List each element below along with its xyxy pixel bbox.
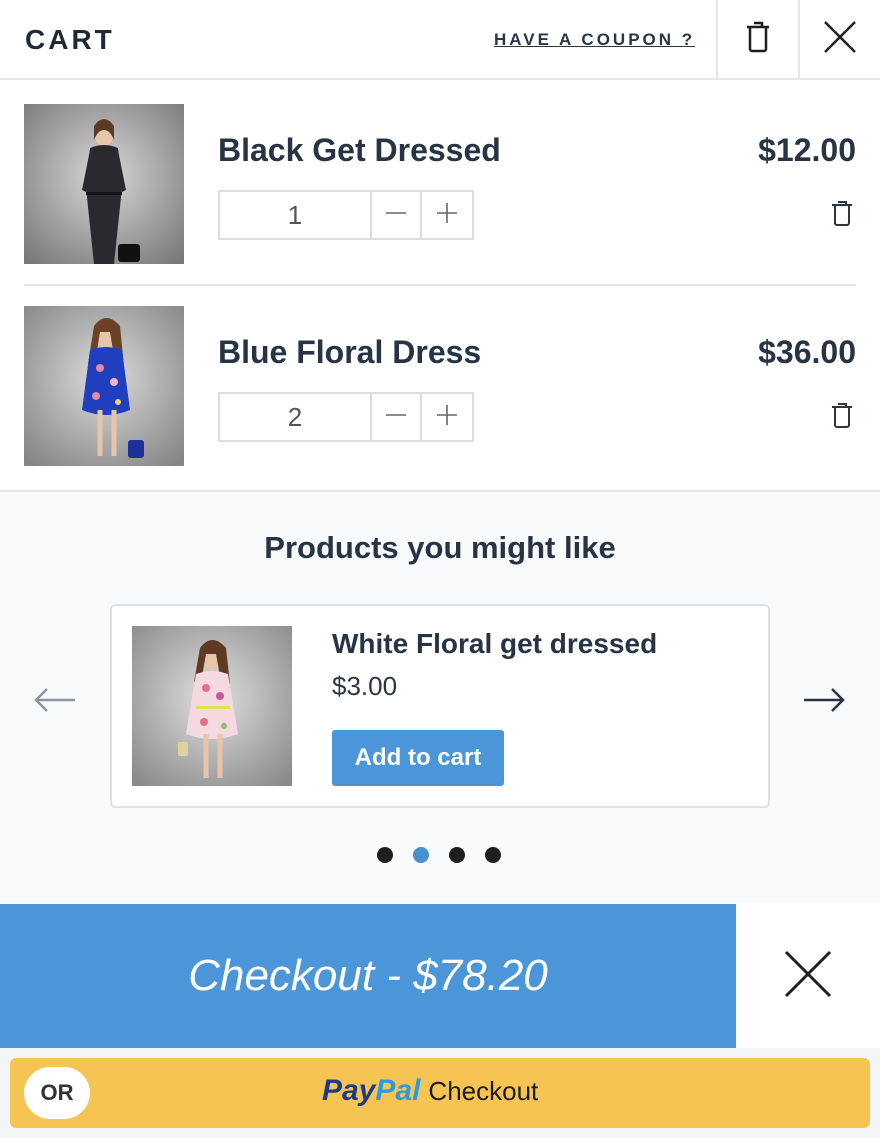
- clear-cart-button[interactable]: [716, 0, 798, 78]
- item-price: $12.00: [758, 132, 856, 168]
- decrease-quantity-button[interactable]: [372, 192, 422, 238]
- increase-quantity-button[interactable]: [422, 394, 472, 440]
- carousel-dot[interactable]: [485, 847, 501, 863]
- item-name: Blue Floral Dress: [218, 334, 482, 370]
- trash-icon: [831, 402, 853, 433]
- arrow-left-icon: [33, 687, 77, 718]
- paypal-brand-pal: Pal: [375, 1074, 421, 1107]
- add-to-cart-button[interactable]: Add to cart: [332, 730, 504, 786]
- decrease-quantity-button[interactable]: [372, 394, 422, 440]
- trash-icon: [745, 21, 771, 58]
- product-image: [24, 306, 184, 466]
- arrow-right-icon: [802, 687, 846, 718]
- product-image: [132, 626, 292, 786]
- minus-icon: [385, 404, 407, 431]
- carousel-dot[interactable]: [377, 847, 393, 863]
- or-badge: OR: [24, 1067, 90, 1119]
- close-checkout-button[interactable]: [736, 904, 880, 1048]
- quantity-input[interactable]: 1: [220, 192, 372, 238]
- paypal-checkout-button[interactable]: OR Pay Pal Checkout: [10, 1058, 870, 1128]
- recommended-product-card: White Floral get dressed $3.00 Add to ca…: [110, 604, 770, 808]
- quantity-input[interactable]: 2: [220, 394, 372, 440]
- remove-item-button[interactable]: [828, 402, 856, 432]
- close-icon: [783, 949, 833, 1004]
- recommended-product-name: White Floral get dressed: [332, 628, 658, 659]
- remove-item-button[interactable]: [828, 200, 856, 230]
- trash-icon: [831, 200, 853, 231]
- product-image: [24, 104, 184, 264]
- recommendations-title: Products you might like: [264, 530, 616, 565]
- item-price: $36.00: [758, 334, 856, 370]
- paypal-brand-pay: Pay: [322, 1074, 376, 1107]
- recommended-product-price: $3.00: [332, 671, 398, 701]
- have-coupon-link[interactable]: HAVE A COUPON ?: [494, 30, 695, 50]
- carousel-dot[interactable]: [449, 847, 465, 863]
- recommendations-section: Products you might like White Floral get…: [0, 492, 880, 902]
- paypal-checkout-label: Checkout: [428, 1076, 539, 1106]
- item-divider: [24, 284, 856, 286]
- plus-icon: [436, 202, 458, 229]
- increase-quantity-button[interactable]: [422, 192, 472, 238]
- cart-item: Blue Floral Dress $36.00 2: [24, 306, 856, 468]
- quantity-stepper: 2: [218, 392, 474, 442]
- cart-header: CART HAVE A COUPON ?: [0, 0, 880, 80]
- checkout-label: Checkout - $78.20: [188, 951, 548, 1000]
- carousel-prev-button[interactable]: [33, 687, 77, 717]
- checkout-button[interactable]: Checkout - $78.20: [0, 904, 736, 1048]
- cart-title: CART: [25, 24, 115, 55]
- plus-icon: [436, 404, 458, 431]
- carousel-pagination: [377, 847, 501, 865]
- carousel-next-button[interactable]: [802, 687, 846, 717]
- close-cart-button[interactable]: [798, 0, 880, 78]
- paypal-logo: Pay Pal Checkout: [322, 1074, 538, 1108]
- cart-item: Black Get Dressed $12.00 1: [24, 104, 856, 266]
- minus-icon: [385, 202, 407, 229]
- item-name: Black Get Dressed: [218, 132, 501, 168]
- quantity-stepper: 1: [218, 190, 474, 240]
- carousel-dot[interactable]: [413, 847, 429, 863]
- close-icon: [823, 20, 857, 59]
